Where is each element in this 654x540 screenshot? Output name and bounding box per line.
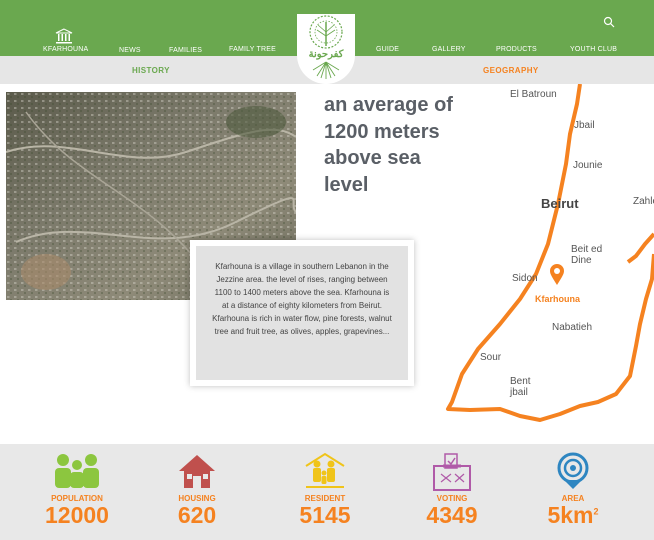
stats-bar: POPULATION 12000 HOUSING 620 RESIDENT 51… xyxy=(0,444,654,540)
map-label-beirut: Beirut xyxy=(541,196,579,211)
map-label-sour: Sour xyxy=(480,352,502,363)
info-card-body: Kfarhouna is a village in southern Leban… xyxy=(196,246,408,380)
nav-home[interactable]: KFARHOUNA xyxy=(43,46,88,53)
info-card-text: Kfarhouna is a village in southern Leban… xyxy=(212,262,392,336)
stat-resident: RESIDENT 5145 xyxy=(275,444,375,540)
stat-population: POPULATION 12000 xyxy=(27,444,127,540)
nav-family-tree[interactable]: FAMILY TREE xyxy=(229,46,276,53)
stat-area-value: 5km2 xyxy=(523,502,623,529)
lebanon-outline xyxy=(446,83,654,422)
lebanon-map: El Batroun Jbail Jounie Beirut Zahle Bei… xyxy=(440,83,654,424)
nav-youth-club[interactable]: YOUTH CLUB xyxy=(570,46,617,53)
map-label-jbail: Jbail xyxy=(574,120,595,131)
map-label-bent-jbail: Bent jbail xyxy=(510,376,531,398)
map-label-sidon: Sidon xyxy=(512,273,538,284)
nav-gallery[interactable]: GALLERY xyxy=(432,46,466,53)
stat-voting-value: 4349 xyxy=(426,502,478,528)
family-icon xyxy=(305,452,345,488)
map-label-zahle: Zahle xyxy=(633,196,654,207)
map-pin-icon[interactable] xyxy=(549,264,565,286)
map-label-jounie: Jounie xyxy=(573,160,603,171)
stat-area: AREA 5km2 xyxy=(523,444,623,540)
location-target-icon xyxy=(557,452,589,489)
stat-resident-value: 5145 xyxy=(299,502,351,528)
people-icon xyxy=(55,454,99,488)
page: KFARHOUNA NEWS FAMILIES FAMILY TREE GUID… xyxy=(0,0,654,540)
search-icon[interactable] xyxy=(603,16,615,28)
map-label-el-batroun: El Batroun xyxy=(510,89,557,100)
tab-history[interactable]: HISTORY xyxy=(132,66,170,75)
map-label-beit-ed-dine: Beit ed Dine xyxy=(571,244,603,266)
stat-housing: HOUSING 620 xyxy=(147,444,247,540)
nav-news[interactable]: NEWS xyxy=(119,47,141,54)
tab-geography[interactable]: GEOGRAPHY xyxy=(483,66,539,75)
nav-products[interactable]: PRODUCTS xyxy=(496,46,537,53)
nav-guide[interactable]: GUIDE xyxy=(376,46,399,53)
map-label-nabatieh: Nabatieh xyxy=(552,322,593,333)
stat-area-unit-sup: 2 xyxy=(593,506,599,517)
stat-area-number: 5km xyxy=(547,502,594,528)
site-logo[interactable]: كفرحونة xyxy=(297,14,355,84)
stat-voting: VOTING 4349 xyxy=(402,444,502,540)
info-card: Kfarhouna is a village in southern Leban… xyxy=(190,240,414,386)
stat-population-value: 12000 xyxy=(45,502,109,528)
ballot-box-icon xyxy=(433,453,471,491)
map-label-kfarhouna: Kfarhouna xyxy=(535,294,580,304)
logo-arabic-text: كفرحونة xyxy=(308,49,344,60)
stat-housing-value: 620 xyxy=(177,502,217,528)
nav-families[interactable]: FAMILIES xyxy=(169,47,202,54)
house-icon xyxy=(179,455,215,488)
building-icon[interactable] xyxy=(55,28,73,44)
